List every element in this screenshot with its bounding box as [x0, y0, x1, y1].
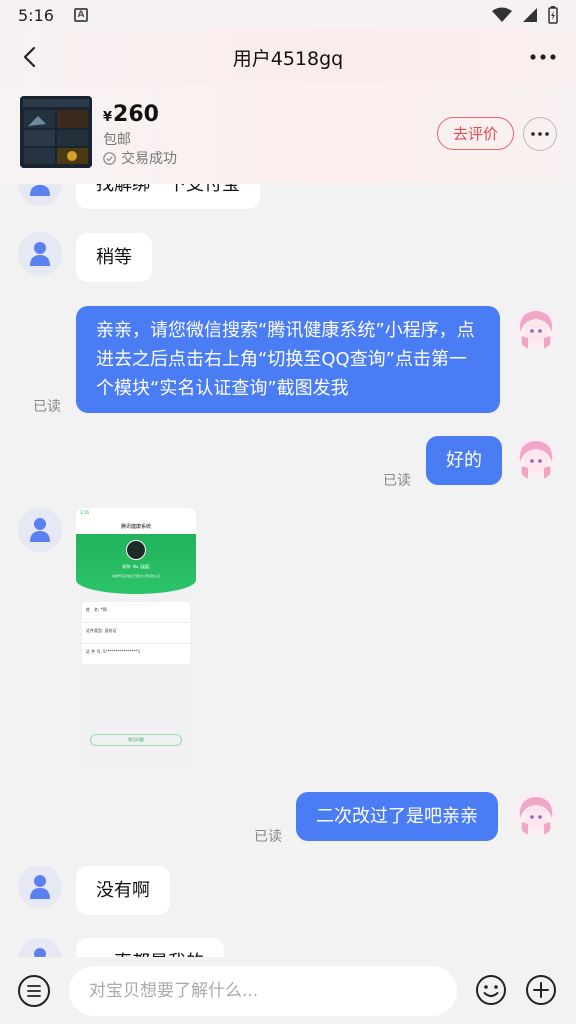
app-notification-icon: A [73, 8, 88, 22]
my-avatar[interactable] [514, 792, 558, 836]
message-bubble-incoming[interactable]: 稍等 [76, 233, 152, 282]
read-receipt: 已读 [383, 473, 411, 489]
product-thumbnail[interactable] [20, 96, 92, 168]
my-avatar[interactable] [514, 306, 558, 350]
review-button[interactable]: 去评价 [437, 117, 514, 150]
screenshot-faq-button: 常见问题 [90, 734, 182, 746]
check-circle-icon [103, 151, 116, 165]
plus-circle-icon [526, 975, 556, 1005]
seller-avatar[interactable] [18, 938, 62, 957]
seller-avatar[interactable] [18, 508, 62, 552]
screenshot-caption: 本账号实名信息已通过公安系统认证 [111, 574, 160, 578]
screenshot-avatar [126, 540, 146, 560]
message-bubble-incoming[interactable]: 找解绑一下支付宝 [76, 184, 260, 209]
message-bubble-incoming[interactable]: 没有啊 [76, 866, 170, 915]
seller-avatar[interactable] [18, 184, 62, 206]
screenshot-row: 证件类型: 身份证 [86, 628, 117, 633]
add-button[interactable] [525, 974, 557, 1006]
chat-header: 用户4518gq [0, 30, 576, 84]
status-icons [492, 6, 558, 24]
page-title: 用户4518gq [232, 47, 344, 70]
screenshot-row: 证 件 号: 5****************1 [86, 649, 141, 654]
product-price: ¥ 260 [103, 102, 159, 127]
input-bar [0, 957, 576, 1024]
card-more-button[interactable] [523, 117, 557, 151]
message-bubble-outgoing[interactable]: 亲亲，请您微信搜索“腾讯健康系统”小程序，点进去之后点击右上角“切换至QQ查询”… [76, 306, 500, 413]
currency-symbol: ¥ [103, 110, 113, 125]
screenshot-profile-banner: 昵称: Na 认证 本账号实名信息已通过公安系统认证 [76, 534, 196, 594]
user-icon [30, 242, 50, 266]
smile-icon [476, 975, 506, 1005]
emoji-button[interactable] [475, 974, 507, 1006]
screenshot-status-bar: 3:16 [76, 508, 196, 518]
menu-icon [27, 985, 41, 997]
screenshot-row: 姓 名: *锦 [86, 607, 107, 612]
signal-icon [523, 8, 537, 22]
user-icon [30, 875, 50, 899]
my-avatar[interactable] [514, 436, 558, 480]
message-bubble-incoming[interactable]: 一直都是我的 [76, 938, 224, 957]
screenshot-nickname: 昵称: Na 认证 [122, 564, 150, 569]
anime-avatar-icon [514, 792, 558, 836]
battery-icon [548, 6, 558, 24]
seller-avatar[interactable] [18, 232, 62, 276]
back-button[interactable] [14, 42, 44, 72]
message-bubble-outgoing[interactable]: 二次改过了是吧亲亲 [296, 792, 498, 841]
status-time: 5:16 [18, 5, 54, 25]
anime-avatar-icon [514, 306, 558, 350]
chevron-left-icon [23, 46, 36, 68]
shipping-label: 包邮 [103, 132, 131, 148]
menu-button[interactable] [18, 975, 50, 1007]
user-icon [30, 518, 50, 542]
screenshot-info-card: 姓 名: *锦 证件类型: 身份证 证 件 号: 5**************… [82, 602, 190, 664]
more-horizontal-icon [530, 54, 556, 60]
wifi-icon [492, 7, 512, 22]
more-horizontal-icon [531, 132, 549, 136]
user-icon [34, 948, 46, 957]
message-bubble-outgoing[interactable]: 好的 [426, 436, 502, 485]
more-options-button[interactable] [526, 42, 560, 72]
anime-avatar-icon [514, 436, 558, 480]
chat-message-list[interactable]: 找解绑一下支付宝 稍等 亲亲，请您微信搜索“腾讯健康系统”小程序，点进去之后点击… [0, 184, 576, 957]
seller-avatar[interactable] [18, 865, 62, 909]
trade-status: 交易成功 [103, 148, 177, 168]
screenshot-title: 腾讯健康系统 [76, 518, 196, 534]
image-message[interactable]: 3:16 腾讯健康系统 昵称: Na 认证 本账号实名信息已通过公安系统认证 姓… [76, 508, 196, 768]
message-input[interactable] [69, 966, 457, 1016]
read-receipt: 已读 [254, 829, 282, 845]
read-receipt: 已读 [33, 399, 61, 415]
trade-status-text: 交易成功 [121, 151, 177, 167]
status-bar: 5:16 A [0, 0, 576, 30]
user-icon [30, 185, 50, 196]
price-value: 260 [113, 102, 159, 127]
